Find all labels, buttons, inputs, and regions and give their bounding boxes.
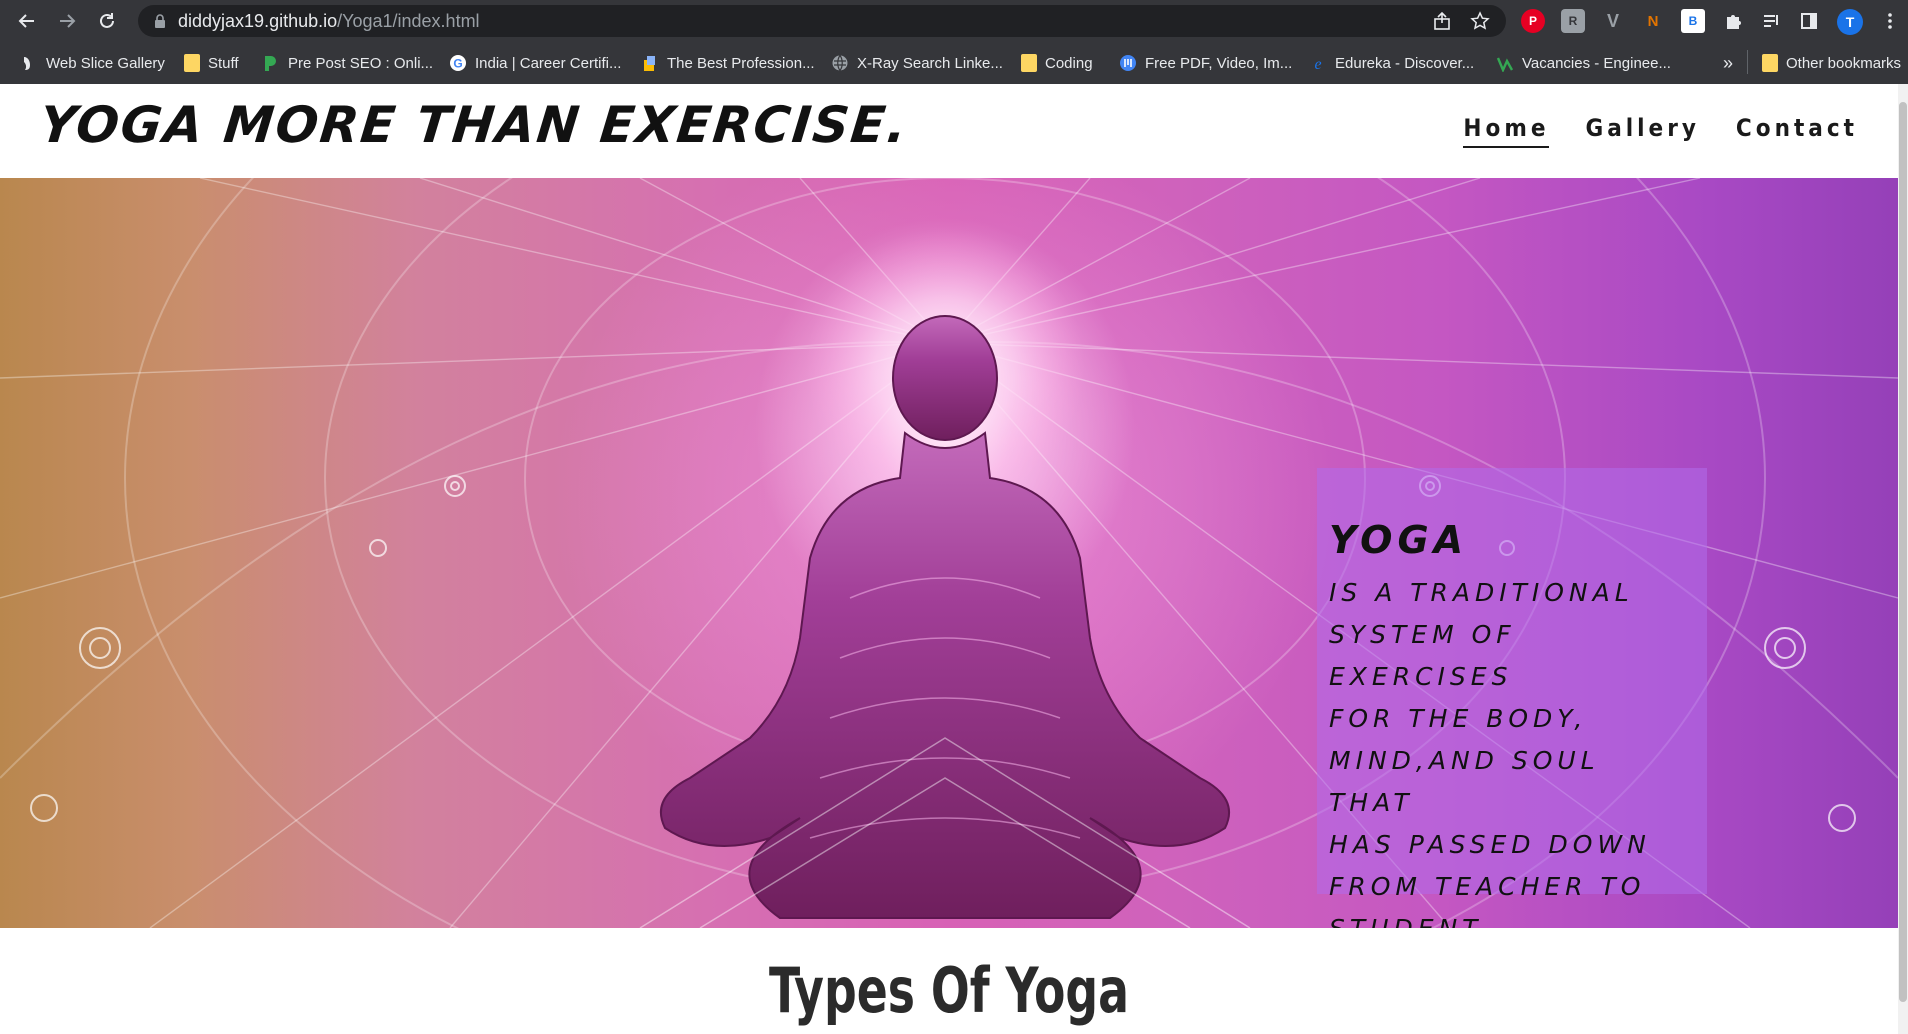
nav-link-home[interactable]: Home	[1463, 114, 1550, 148]
bookmark-label: Web Slice Gallery	[46, 54, 165, 72]
site-icon	[1119, 54, 1137, 72]
bookmark-other-bookmarks[interactable]: Other bookmarks	[1762, 50, 1901, 76]
share-icon[interactable]	[1432, 11, 1452, 31]
bookmark-label: Edureka - Discover...	[1335, 54, 1475, 72]
bookmark-xray-search[interactable]: X-Ray Search Linke...	[831, 50, 1003, 76]
extensions-puzzle-icon[interactable]	[1721, 9, 1745, 33]
bookmark-folder-coding[interactable]: Coding	[1021, 50, 1093, 76]
pinterest-icon[interactable]: P	[1521, 9, 1545, 33]
folder-icon	[184, 54, 200, 72]
folder-icon	[1762, 54, 1778, 72]
bookmark-label: Free PDF, Video, Im...	[1145, 54, 1293, 72]
info-title: YOGA	[1329, 518, 1469, 562]
reload-button[interactable]	[94, 8, 120, 34]
extension-r-icon[interactable]: R	[1561, 9, 1585, 33]
profile-avatar[interactable]: T	[1837, 9, 1863, 35]
bookmark-label: Other bookmarks	[1786, 54, 1902, 72]
google-icon: G	[449, 54, 467, 72]
browser-menu-icon[interactable]	[1878, 9, 1902, 33]
site-nav: Home Gallery Contact	[1463, 114, 1858, 148]
nav-link-gallery[interactable]: Gallery	[1585, 114, 1699, 148]
bookmark-free-pdf[interactable]: Free PDF, Video, Im...	[1119, 50, 1292, 76]
back-button[interactable]	[14, 8, 40, 34]
folder-icon	[1021, 54, 1037, 72]
web-page: YOGA MORE THAN EXERCISE. Home Gallery Co…	[0, 84, 1898, 1034]
bookmark-label: Pre Post SEO : Onli...	[288, 54, 434, 72]
info-line: SYSTEM OF EXERCISES	[1329, 620, 1516, 691]
svg-text:G: G	[453, 57, 462, 71]
url-host: diddyjax19.github.io	[178, 11, 338, 31]
address-bar[interactable]: diddyjax19.github.io/Yoga1/index.html	[138, 5, 1506, 37]
extension-v-icon[interactable]: V	[1601, 9, 1625, 33]
section-title-types-of-yoga: Types Of Yoga	[768, 954, 1130, 1027]
bookmark-label: The Best Profession...	[667, 54, 815, 72]
bookmark-label: Vacancies - Enginee...	[1522, 54, 1671, 72]
browser-chrome: diddyjax19.github.io/Yoga1/index.html P …	[0, 0, 1908, 84]
bookmark-best-profession[interactable]: The Best Profession...	[641, 50, 815, 76]
info-description: IS A TRADITIONAL SYSTEM OF EXERCISES FOR…	[1329, 572, 1695, 928]
bookmark-india-career[interactable]: G India | Career Certifi...	[449, 50, 621, 76]
scrollbar-thumb[interactable]	[1899, 102, 1907, 1002]
svg-text:e: e	[1314, 56, 1321, 72]
page-scrollbar[interactable]	[1898, 84, 1908, 1034]
info-line: HAS PASSED DOWN	[1329, 830, 1651, 859]
site-title: YOGA MORE THAN EXERCISE.	[36, 96, 912, 154]
forward-arrow-icon	[60, 14, 76, 28]
hero-banner: YOGA IS A TRADITIONAL SYSTEM OF EXERCISE…	[0, 178, 1898, 928]
url-text: diddyjax19.github.io/Yoga1/index.html	[178, 11, 480, 32]
extension-n-icon[interactable]: N	[1641, 9, 1665, 33]
nav-link-contact[interactable]: Contact	[1736, 114, 1858, 148]
bookmark-label: Coding	[1045, 54, 1093, 72]
meditating-figure	[660, 315, 1230, 919]
site-header: YOGA MORE THAN EXERCISE. Home Gallery Co…	[0, 84, 1898, 178]
web-slice-icon	[20, 54, 38, 72]
reading-list-icon[interactable]	[1759, 9, 1783, 33]
side-panel-icon[interactable]	[1797, 9, 1821, 33]
bookmark-label: Stuff	[208, 54, 239, 72]
info-line: MIND,AND SOUL THAT	[1329, 746, 1600, 817]
extension-b-icon[interactable]: B	[1681, 9, 1705, 33]
info-line: FROM TEACHER TO	[1329, 872, 1646, 901]
bookmarks-divider	[1747, 50, 1748, 74]
browser-toolbar: diddyjax19.github.io/Yoga1/index.html P …	[0, 0, 1908, 42]
lock-icon	[155, 14, 165, 28]
site-icon	[641, 54, 659, 72]
bookmark-label: India | Career Certifi...	[475, 54, 622, 72]
info-line: IS A TRADITIONAL	[1329, 578, 1634, 607]
bookmark-edureka[interactable]: e Edureka - Discover...	[1309, 50, 1474, 76]
globe-icon	[831, 54, 849, 72]
yoga-info-box: YOGA IS A TRADITIONAL SYSTEM OF EXERCISE…	[1317, 468, 1707, 928]
bookmarks-bar: Web Slice Gallery Stuff Pre Post SEO : O…	[0, 42, 1908, 84]
bookmark-pre-post-seo[interactable]: Pre Post SEO : Onli...	[262, 50, 433, 76]
bookmark-label: X-Ray Search Linke...	[857, 54, 1003, 72]
bookmark-vacancies[interactable]: Vacancies - Enginee...	[1496, 50, 1671, 76]
info-line: FOR THE BODY,	[1329, 704, 1588, 733]
forward-button[interactable]	[54, 8, 80, 34]
bookmark-star-icon[interactable]	[1470, 11, 1490, 31]
bookmarks-overflow-button[interactable]: »	[1723, 50, 1733, 76]
edureka-icon: e	[1309, 54, 1327, 73]
site-icon	[1496, 54, 1514, 74]
bookmark-folder-stuff[interactable]: Stuff	[184, 50, 239, 76]
reload-icon	[100, 13, 114, 28]
back-arrow-icon	[18, 14, 34, 28]
prepostseo-icon	[262, 54, 280, 72]
url-path: /Yoga1/index.html	[337, 11, 480, 31]
bookmark-web-slice-gallery[interactable]: Web Slice Gallery	[20, 50, 165, 76]
info-line: STUDENT.	[1329, 908, 1695, 928]
